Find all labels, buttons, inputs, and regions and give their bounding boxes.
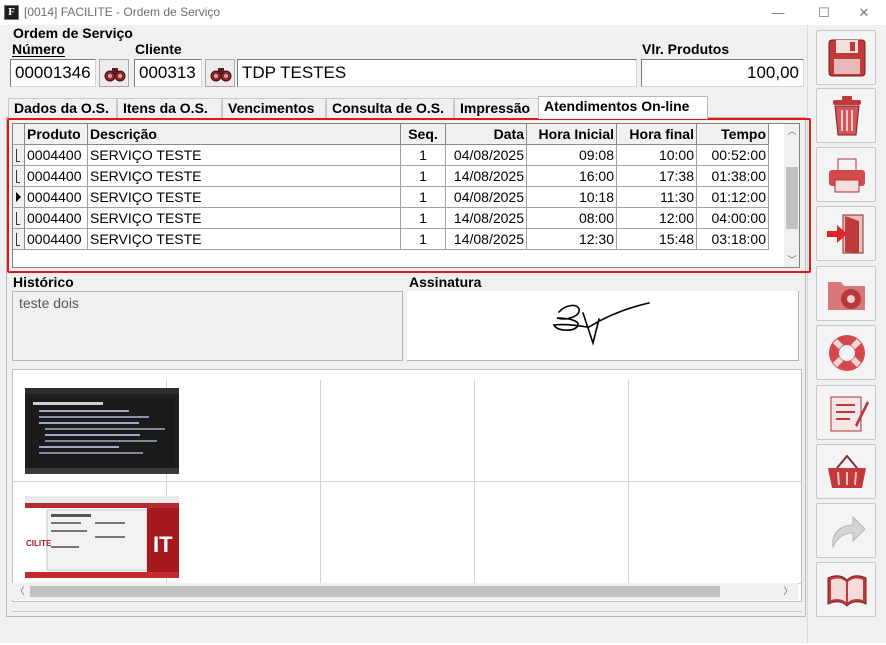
title-bar: F [0014] FACILITE - Ordem de Serviço — ☐… xyxy=(0,0,886,25)
notes-button[interactable] xyxy=(816,385,876,440)
gallery-cell[interactable] xyxy=(13,380,179,482)
redo-button[interactable] xyxy=(816,503,876,558)
app-logo-icon: F xyxy=(4,5,19,20)
scroll-right-icon[interactable]: 〉 xyxy=(783,586,793,597)
status-divider xyxy=(12,611,802,612)
gallery-cell[interactable] xyxy=(167,482,321,584)
scroll-thumb[interactable] xyxy=(30,586,720,597)
basket-icon xyxy=(828,454,866,488)
folder-settings-icon xyxy=(828,282,865,310)
maximize-button[interactable]: ☐ xyxy=(806,0,842,25)
screenshot-thumbnail[interactable]: IT CILITE xyxy=(25,496,179,588)
cliente-code-field[interactable]: 000313 xyxy=(134,59,202,87)
book-icon xyxy=(827,575,867,607)
gallery-horizontal-scrollbar[interactable]: 〈 〉 xyxy=(12,583,798,600)
tab-consulta-os[interactable]: Consulta de O.S. xyxy=(326,98,454,118)
grid-highlight-frame xyxy=(7,118,811,273)
help-button[interactable] xyxy=(816,325,876,380)
cliente-label: Cliente xyxy=(135,41,182,57)
signature-image xyxy=(552,302,650,346)
delete-button[interactable] xyxy=(816,88,876,143)
gallery-cell[interactable] xyxy=(475,482,629,584)
assinatura-label: Assinatura xyxy=(409,274,482,290)
gallery-cell[interactable]: IT CILITE xyxy=(13,482,179,584)
exit-door-icon xyxy=(827,214,864,254)
tab-atendimentos-online[interactable]: Atendimentos On-line xyxy=(538,96,708,119)
historico-field[interactable]: teste dois xyxy=(12,291,403,361)
numero-field[interactable]: 00001346 xyxy=(10,59,96,87)
image-gallery[interactable]: IT CILITE xyxy=(12,369,802,602)
vlr-produtos-field[interactable]: 100,00 xyxy=(641,59,804,87)
tab-itens-os[interactable]: Itens da O.S. xyxy=(117,98,222,118)
notepad-icon xyxy=(830,396,869,432)
gallery-cell[interactable] xyxy=(475,380,629,482)
redo-arrow-icon xyxy=(832,515,866,549)
minimize-button[interactable]: — xyxy=(760,0,796,25)
print-button[interactable] xyxy=(816,147,876,202)
tab-vencimentos[interactable]: Vencimentos xyxy=(222,98,326,118)
signature-box xyxy=(407,291,799,361)
folder-settings-button[interactable] xyxy=(816,266,876,321)
manual-button[interactable] xyxy=(816,562,876,617)
tab-impressao[interactable]: Impressão xyxy=(454,98,539,118)
historico-label: Histórico xyxy=(13,274,74,290)
gallery-cell[interactable] xyxy=(629,380,801,482)
window-title: [0014] FACILITE - Ordem de Serviço xyxy=(24,5,221,19)
printer-icon xyxy=(829,158,865,193)
scroll-left-icon[interactable]: 〈 xyxy=(15,586,25,597)
section-title: Ordem de Serviço xyxy=(13,25,133,41)
numero-label: Número xyxy=(12,41,65,57)
save-button[interactable] xyxy=(816,30,876,85)
gallery-cell[interactable] xyxy=(629,482,801,584)
binoculars-icon xyxy=(104,68,126,82)
gallery-cell[interactable] xyxy=(321,482,475,584)
screenshot-thumbnail[interactable] xyxy=(25,388,179,480)
cliente-search-button[interactable] xyxy=(205,59,235,87)
cliente-name-field[interactable]: TDP TESTES xyxy=(237,59,637,87)
svg-text:CILITE: CILITE xyxy=(26,539,52,548)
binoculars-icon xyxy=(210,68,232,82)
vlr-produtos-label: Vlr. Produtos xyxy=(642,41,730,57)
save-icon xyxy=(828,39,866,77)
basket-button[interactable] xyxy=(816,444,876,499)
gallery-cell[interactable] xyxy=(167,380,321,482)
exit-button[interactable] xyxy=(816,206,876,261)
close-button[interactable]: ✕ xyxy=(846,0,882,25)
lifebuoy-icon xyxy=(829,335,865,371)
gallery-cell[interactable] xyxy=(321,380,475,482)
numero-search-button[interactable] xyxy=(99,59,129,87)
tab-dados-os[interactable]: Dados da O.S. xyxy=(8,98,117,118)
trash-icon xyxy=(833,96,861,136)
